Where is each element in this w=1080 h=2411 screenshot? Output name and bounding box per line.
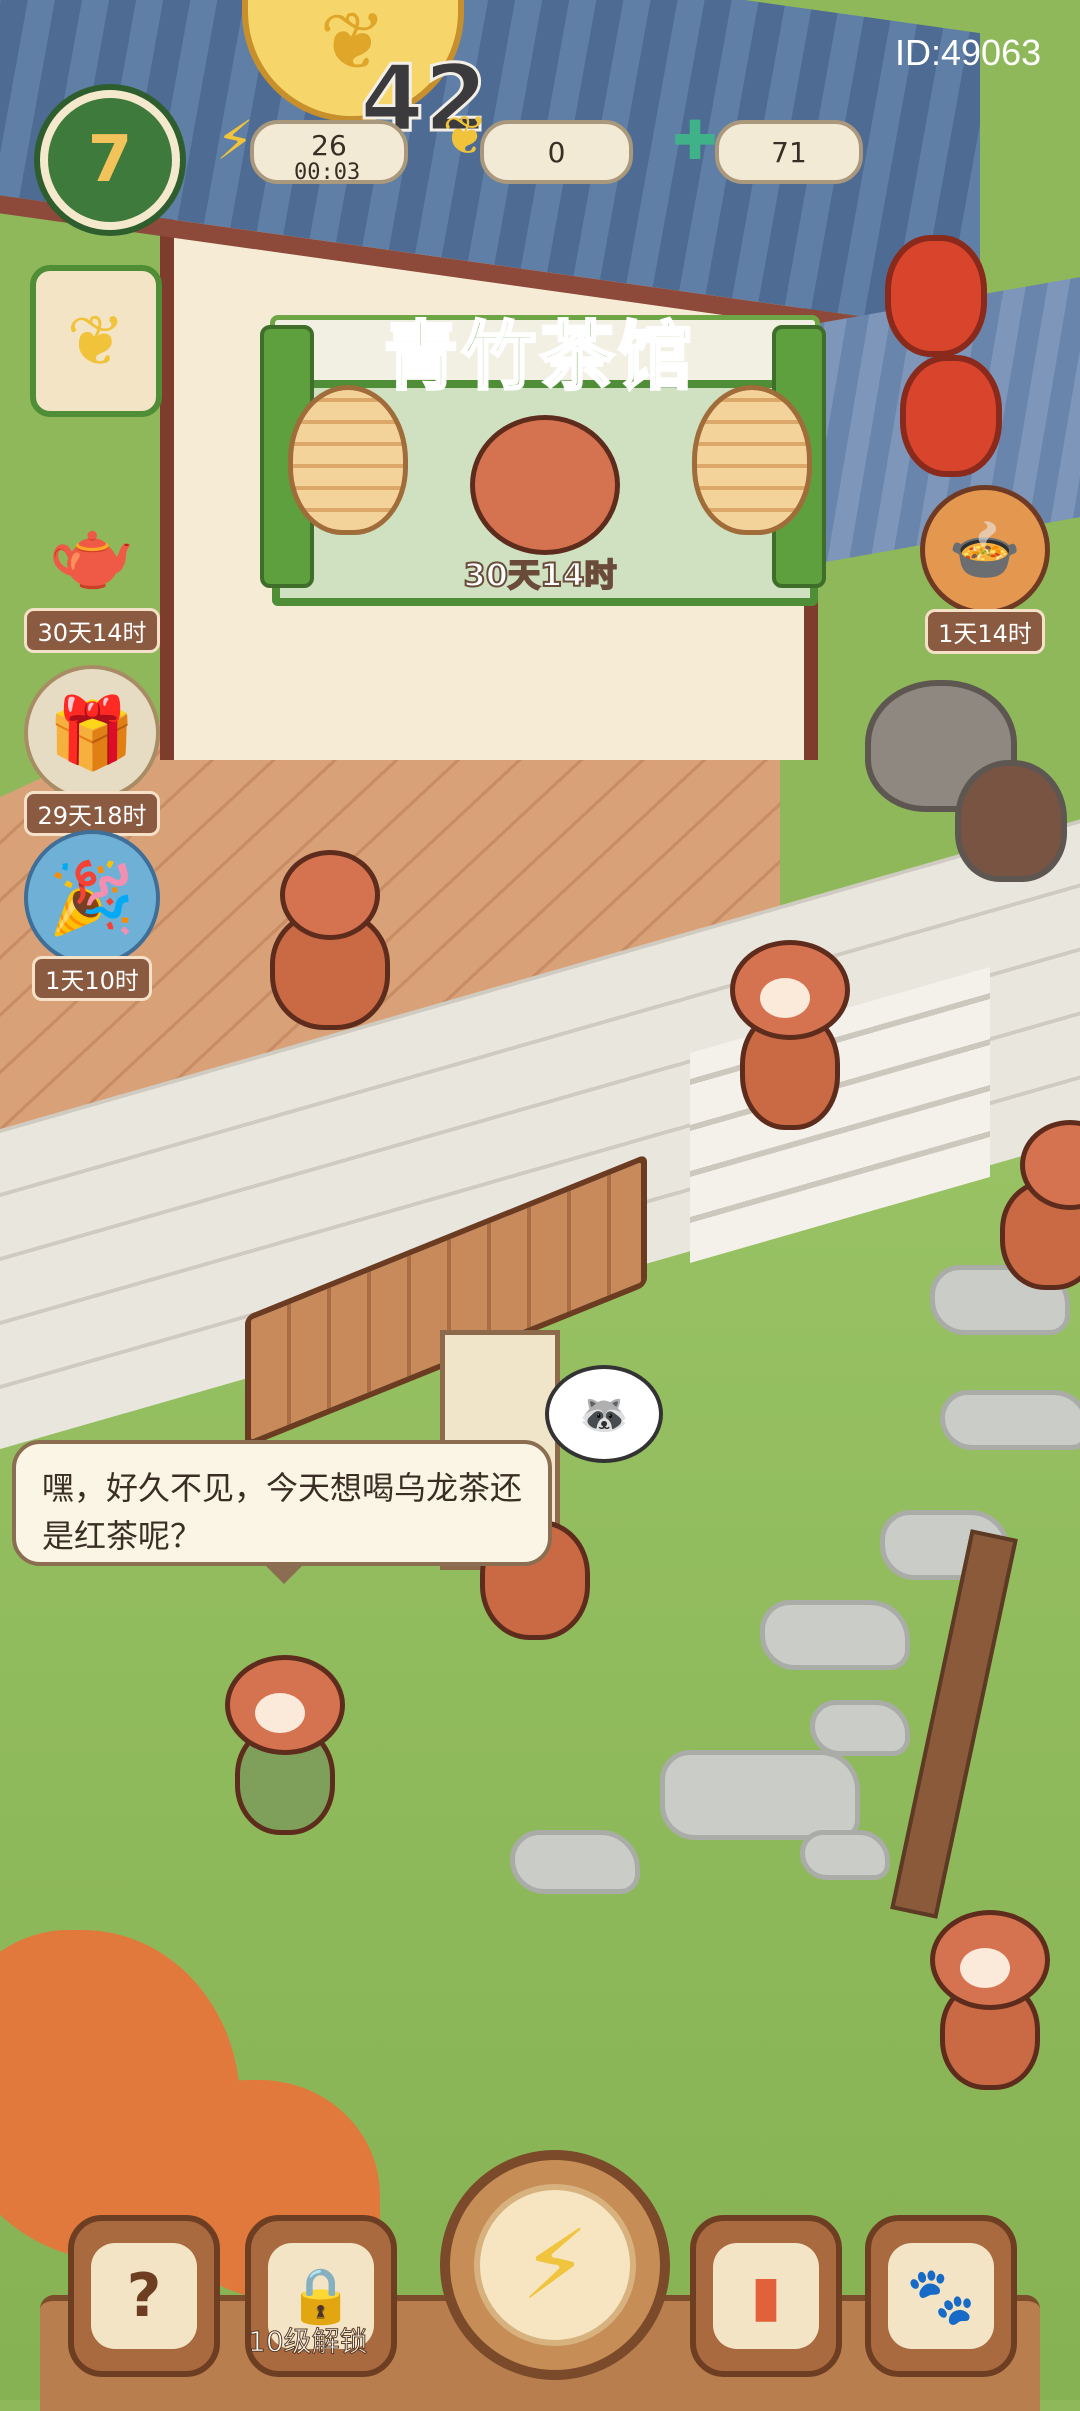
player-level: 7	[87, 123, 133, 197]
teapot-icon: 🫖	[48, 512, 136, 595]
event-panda-party[interactable]: 🎉 1天10时	[22, 830, 162, 1001]
energy-main-button[interactable]: ⚡	[440, 2150, 670, 2380]
gift-bundle-icon: 🎁	[24, 665, 160, 801]
panda-party-icon: 🎉	[24, 830, 160, 966]
clay-jar	[955, 760, 1067, 882]
red-panda-icon	[470, 415, 620, 555]
player-level-badge[interactable]: 7	[40, 90, 180, 230]
food-event[interactable]: 🍲 1天14时	[920, 485, 1050, 654]
user-id: ID:49063	[895, 32, 1042, 73]
paw-bag-button[interactable]: 🐾	[865, 2215, 1017, 2377]
banner-title: 青竹茶馆	[383, 313, 696, 402]
lightning-icon: ⚡	[216, 108, 254, 172]
event-timer: 30天14时	[24, 608, 160, 653]
stepping-stone	[510, 1830, 640, 1894]
event-timer: 1天10时	[32, 956, 152, 1001]
energy-timer: 00:03	[294, 160, 361, 185]
stepping-stone	[810, 1700, 910, 1756]
bamboo-shoot-icon	[288, 385, 408, 535]
leaf-value: 0	[547, 135, 566, 169]
banner-timer: 30天14时	[462, 555, 617, 595]
food-event-timer: 1天14时	[925, 609, 1045, 654]
dialogue-text: 嘿，好久不见，今天想喝乌龙茶还是红茶呢？	[42, 1469, 523, 1555]
energy-value: 26	[311, 128, 347, 162]
event-golden-teapot[interactable]: 🫖 30天14时	[22, 490, 162, 653]
bottom-toolbar: ? 🔒 ⚡ ▮ 🐾	[0, 2150, 1080, 2411]
red-lantern	[900, 355, 1002, 477]
stepping-stone	[940, 1390, 1080, 1450]
stepping-stone	[800, 1830, 890, 1880]
door-icon: ▮	[713, 2243, 819, 2349]
help-button[interactable]: ?	[68, 2215, 220, 2377]
locked-label: 10级解锁	[248, 2325, 369, 2359]
leaf-counter[interactable]: 0	[480, 120, 633, 184]
leaf-calendar-icon[interactable]: ❦	[30, 265, 162, 417]
bamboo-shoot-icon	[692, 385, 812, 535]
cat-question-icon: ?	[91, 2243, 197, 2349]
door-button[interactable]: ▮	[690, 2215, 842, 2377]
stepping-stone	[660, 1750, 860, 1840]
event-gift-bundle[interactable]: 🎁 29天18时	[22, 665, 162, 836]
teahouse-event-banner[interactable]: 青竹茶馆 30天14时	[260, 313, 826, 606]
paw-bag-icon: 🐾	[888, 2243, 994, 2349]
dialogue-bubble[interactable]: 嘿，好久不见，今天想喝乌龙茶还是红茶呢？	[12, 1440, 552, 1584]
thought-bubble-icon: 🦝	[545, 1365, 663, 1463]
hotpot-icon: 🍲	[920, 485, 1050, 615]
gem-counter[interactable]: 71	[715, 120, 863, 184]
red-lantern	[885, 235, 987, 357]
ginkgo-leaf-icon: ❦	[442, 103, 488, 167]
gem-value: 71	[771, 135, 807, 169]
lightning-icon: ⚡	[474, 2184, 636, 2346]
jade-leaf-plus-icon[interactable]: ✚	[660, 105, 730, 175]
stepping-stone	[760, 1600, 910, 1670]
